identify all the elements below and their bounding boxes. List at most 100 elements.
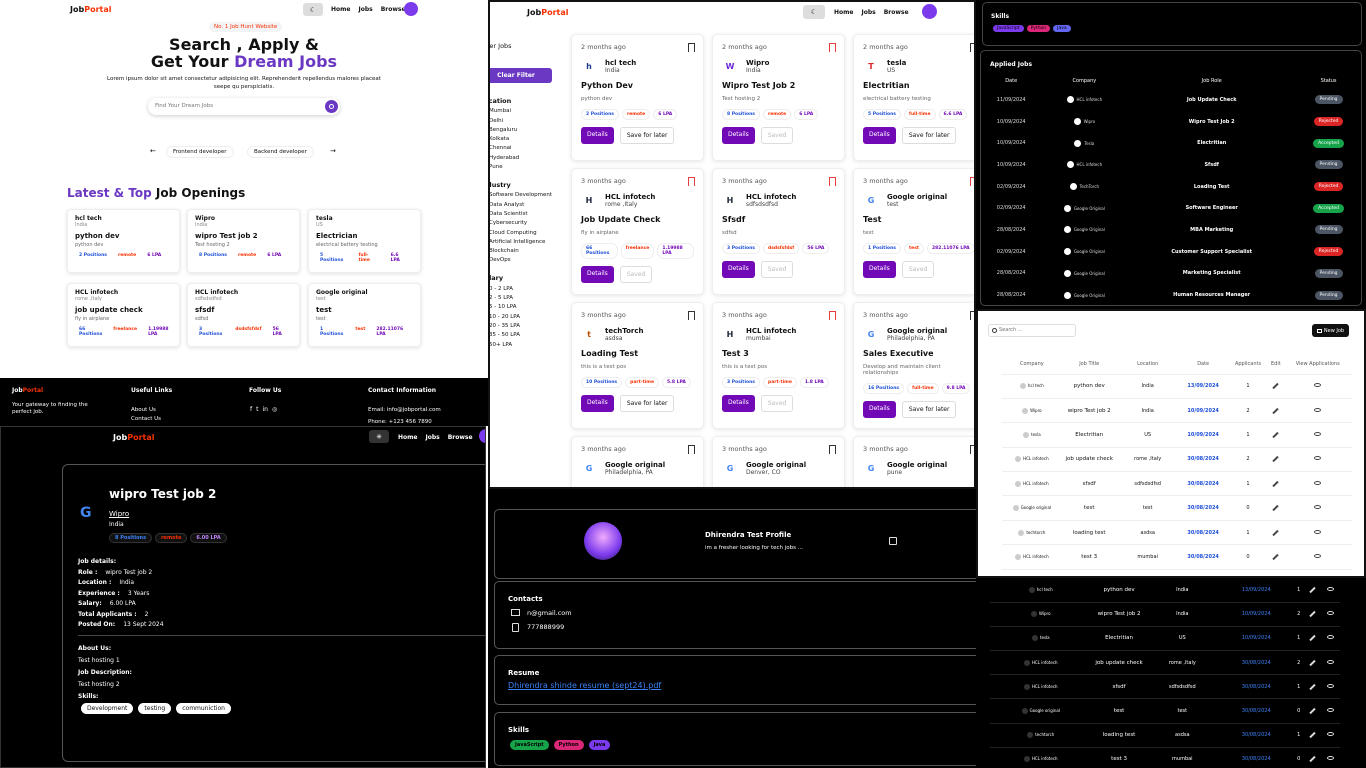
job-card[interactable]: 3 months ago G Google original Philadelphia… — [853, 302, 974, 429]
save-button[interactable]: Saved — [760, 395, 794, 412]
resume-link[interactable]: Dhirendra shinde resume (sept24).pdf — [508, 681, 661, 690]
edit-icon[interactable] — [1272, 456, 1280, 463]
nav-jobs[interactable]: Jobs — [861, 9, 875, 16]
eye-icon[interactable] — [1327, 611, 1335, 616]
job-card[interactable]: 3 months ago G Google original pune — [853, 436, 974, 487]
carousel-item[interactable]: Backend developer — [247, 146, 314, 158]
filter-option[interactable]: Kolkata — [490, 136, 560, 142]
nav-jobs[interactable]: Jobs — [425, 434, 439, 441]
eye-icon[interactable] — [1327, 732, 1335, 737]
edit-icon[interactable] — [1272, 383, 1280, 390]
nav-browse[interactable]: Browse — [448, 434, 473, 441]
edit-icon[interactable] — [1272, 553, 1280, 561]
filter-option[interactable]: 50+ LPA — [490, 342, 560, 348]
edit-icon[interactable] — [1308, 586, 1316, 594]
save-button[interactable]: Save for later — [619, 127, 675, 144]
edit-icon[interactable] — [1308, 732, 1316, 739]
bookmark-icon[interactable] — [688, 445, 695, 454]
eye-icon[interactable] — [1314, 456, 1322, 461]
job-card[interactable]: 2 months ago Ttesla US Electritian electrica… — [853, 34, 974, 161]
filter-option[interactable]: Data Analyst — [490, 202, 560, 208]
details-button[interactable]: Details — [581, 395, 614, 412]
edit-icon[interactable] — [1308, 635, 1316, 642]
eye-icon[interactable] — [1314, 505, 1322, 510]
edit-icon[interactable] — [1272, 407, 1280, 414]
carousel-item[interactable]: Frontend developer — [166, 146, 234, 158]
bookmark-icon[interactable] — [688, 43, 695, 52]
nav-home[interactable]: Home — [398, 434, 417, 441]
nav-browse[interactable]: Browse — [381, 6, 406, 13]
job-card[interactable]: 3 months ago G Google original Denver, CO — [712, 436, 845, 487]
details-button[interactable]: Details — [581, 266, 614, 283]
save-button[interactable]: Saved — [619, 266, 653, 283]
save-button[interactable]: Save for later — [901, 401, 957, 418]
filter-option[interactable]: Hyderabad — [490, 155, 560, 161]
avatar[interactable] — [922, 4, 937, 19]
filter-option[interactable]: 5 - 10 LPA — [490, 304, 560, 310]
theme-toggle-button[interactable]: ☾ — [303, 3, 323, 16]
instagram-icon[interactable]: ◎ — [272, 406, 277, 413]
save-button[interactable]: Saved — [760, 261, 794, 278]
edit-icon[interactable] — [1308, 707, 1316, 715]
eye-icon[interactable] — [1314, 480, 1322, 485]
theme-toggle-button[interactable]: ☾ — [803, 5, 825, 19]
filter-option[interactable]: Blockchain — [490, 248, 560, 254]
filter-option[interactable]: Software Development — [490, 192, 560, 198]
new-job-button[interactable]: New Job — [1312, 324, 1349, 337]
details-button[interactable]: Details — [581, 127, 614, 144]
bookmark-icon[interactable] — [688, 177, 695, 186]
filter-option[interactable]: DevOps — [490, 257, 560, 263]
avatar[interactable] — [404, 2, 418, 16]
filter-option[interactable]: Chennai — [490, 145, 560, 151]
filter-option[interactable]: Artificial Intelligence — [490, 239, 560, 245]
eye-icon[interactable] — [1314, 407, 1322, 412]
job-card[interactable]: 2 months ago h hcl tech India Python Dev pyth… — [571, 34, 704, 161]
brand-logo[interactable]: JobPortal — [70, 5, 111, 14]
linkedin-icon[interactable]: in — [262, 406, 267, 413]
edit-icon[interactable] — [1272, 504, 1280, 512]
edit-icon[interactable] — [1272, 431, 1280, 439]
job-card[interactable]: tesla US Electrician electrical battery tes… — [308, 209, 421, 273]
nav-home[interactable]: Home — [331, 6, 350, 13]
edit-icon[interactable] — [1272, 480, 1280, 487]
nav-jobs[interactable]: Jobs — [358, 6, 372, 13]
carousel-prev-button[interactable]: ← — [150, 147, 156, 155]
job-card[interactable]: 3 months ago t techTorch asdsa Loading Test t… — [571, 302, 704, 429]
details-button[interactable]: Details — [863, 127, 896, 144]
save-button[interactable]: Saved — [760, 127, 794, 144]
eye-icon[interactable] — [1314, 529, 1322, 534]
job-card[interactable]: hcl tech India python dev python dev 2 Posit… — [67, 209, 180, 273]
filter-option[interactable]: 20 - 35 LPA — [490, 323, 560, 329]
bookmark-icon[interactable] — [688, 311, 695, 320]
job-card[interactable]: 3 months ago G Google original test Test test… — [853, 168, 974, 295]
filter-option[interactable]: Cloud Computing — [490, 230, 560, 236]
edit-icon[interactable] — [1308, 683, 1316, 691]
avatar[interactable] — [479, 429, 485, 443]
save-button[interactable]: Save for later — [901, 127, 957, 144]
carousel-next-button[interactable]: → — [330, 147, 336, 155]
details-button[interactable]: Details — [722, 395, 755, 412]
edit-icon[interactable] — [1308, 756, 1316, 763]
edit-icon[interactable] — [1308, 611, 1316, 618]
filter-option[interactable]: 2 - 5 LPA — [490, 295, 560, 301]
job-card[interactable]: 3 months ago H HCL infotech rome ,Italy Job … — [571, 168, 704, 295]
brand-logo[interactable]: JobPortal — [527, 8, 568, 17]
filter-option[interactable]: 10 - 20 LPA — [490, 314, 560, 320]
eye-icon[interactable] — [1327, 659, 1335, 664]
footer-link-about[interactable]: About Us — [131, 407, 156, 413]
details-button[interactable]: Details — [863, 261, 896, 278]
bookmark-icon[interactable] — [829, 311, 836, 320]
filter-option[interactable]: 0 - 2 LPA — [490, 286, 560, 292]
job-card[interactable]: HCL infotech rome ,Italy job update check f… — [67, 283, 180, 347]
filter-option[interactable]: Delhi — [490, 118, 560, 124]
search-input[interactable] — [155, 103, 315, 109]
eye-icon[interactable] — [1327, 586, 1335, 591]
job-card[interactable]: Wipro India wipro Test job 2 Test hosting 2… — [187, 209, 300, 273]
save-button[interactable]: Save for later — [619, 395, 675, 412]
job-card[interactable]: 3 months ago H HCL infotech mumbai Test 3 thi… — [712, 302, 845, 429]
details-button[interactable]: Details — [722, 261, 755, 278]
filter-option[interactable]: Bengaluru — [490, 127, 560, 133]
eye-icon[interactable] — [1327, 756, 1335, 761]
eye-icon[interactable] — [1314, 431, 1322, 436]
filter-option[interactable]: 35 - 50 LPA — [490, 332, 560, 338]
